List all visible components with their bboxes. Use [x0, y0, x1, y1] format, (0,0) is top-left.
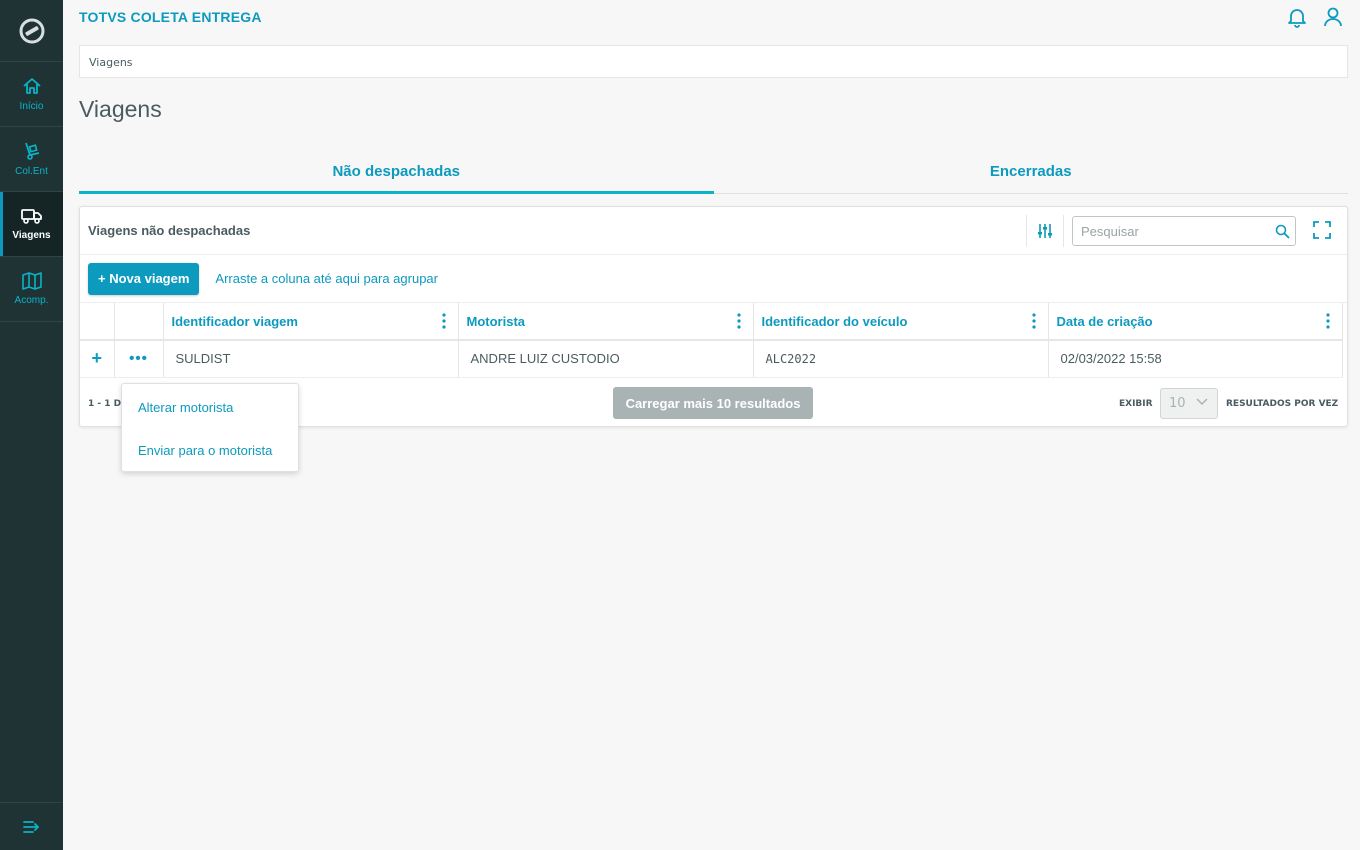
cell-identificador: SULDIST: [163, 340, 459, 378]
hand-truck-icon: [24, 142, 39, 160]
truck-icon: [20, 209, 42, 224]
resultados-label: RESULTADOS POR VEZ: [1226, 399, 1339, 409]
app-title: TOTVS COLETA ENTREGA: [79, 9, 262, 25]
column-label: Data de criação: [1056, 313, 1153, 329]
sidebar-item-label: Viagens: [12, 230, 51, 241]
row-actions-menu: Alterar motorista Enviar para o motorist…: [121, 383, 299, 472]
home-icon: [22, 78, 41, 94]
load-more-button[interactable]: Carregar mais 10 resultados: [613, 387, 813, 419]
tab-encerradas[interactable]: Encerradas: [714, 152, 1349, 193]
user-icon[interactable]: [1322, 6, 1344, 28]
exibir-label: EXIBIR: [1119, 399, 1153, 409]
sidebar: Início Col.Ent Viagens Acomp.: [0, 0, 63, 850]
map-icon: [21, 272, 42, 290]
page-size-value: 10: [1169, 396, 1186, 411]
kebab-icon[interactable]: [736, 313, 741, 329]
column-label: Motorista: [466, 313, 526, 329]
breadcrumb[interactable]: Viagens: [79, 45, 1348, 78]
sidebar-item-label: Acomp.: [14, 295, 49, 306]
column-header-data[interactable]: Data de criação: [1048, 303, 1343, 341]
search-icon[interactable]: [1269, 224, 1295, 239]
page-title: Viagens: [79, 96, 162, 122]
filter-button[interactable]: [1026, 215, 1064, 247]
fullscreen-icon: [1313, 221, 1331, 239]
sidebar-item-colent[interactable]: Col.Ent: [0, 127, 63, 192]
totvs-logo-icon[interactable]: [0, 0, 63, 62]
column-header-veiculo[interactable]: Identificador do veículo: [753, 303, 1049, 341]
cell-data: 02/03/2022 15:58: [1048, 340, 1343, 378]
trips-table: Identificador viagem Motorista Identific…: [80, 303, 1343, 378]
sidebar-item-label: Col.Ent: [15, 166, 48, 177]
grid-toolbar: + Nova viagem Arraste a coluna até aqui …: [80, 255, 1347, 303]
sliders-icon: [1038, 224, 1052, 238]
cell-veiculo: ALC2022: [753, 340, 1049, 378]
menu-item-enviar-motorista[interactable]: Enviar para o motorista: [122, 429, 298, 472]
table-row[interactable]: + ••• SULDIST ANDRE LUIZ CUSTODIO ALC202…: [80, 340, 1343, 378]
menu-item-alterar-motorista[interactable]: Alterar motorista: [122, 386, 298, 429]
column-header-identificador[interactable]: Identificador viagem: [163, 303, 459, 341]
sidebar-item-label: Início: [19, 101, 44, 112]
card-title: Viagens não despachadas: [88, 223, 251, 238]
collapse-menu-icon: [22, 820, 39, 833]
fullscreen-button[interactable]: [1312, 220, 1332, 244]
table-header-row: Identificador viagem Motorista Identific…: [80, 303, 1343, 341]
column-header-actions: [114, 303, 164, 341]
collapse-menu-button[interactable]: [0, 802, 63, 850]
search-input[interactable]: [1073, 218, 1269, 244]
kebab-icon[interactable]: [1031, 313, 1036, 329]
tabs: Não despachadas Encerradas: [79, 152, 1348, 194]
search-box: [1072, 216, 1296, 246]
group-drop-area[interactable]: Arraste a coluna até aqui para agrupar: [215, 271, 438, 286]
cell-motorista: ANDRE LUIZ CUSTODIO: [458, 340, 754, 378]
column-label: Identificador viagem: [171, 313, 298, 329]
kebab-icon[interactable]: [1325, 313, 1330, 329]
column-header-expand: [80, 303, 115, 341]
card-header: Viagens não despachadas: [80, 207, 1347, 255]
new-trip-button[interactable]: + Nova viagem: [88, 262, 200, 295]
row-actions-button[interactable]: •••: [129, 350, 148, 367]
bell-icon[interactable]: [1286, 6, 1308, 28]
page-size-select[interactable]: 10: [1160, 388, 1218, 419]
column-label: Identificador do veículo: [761, 313, 908, 329]
sidebar-item-inicio[interactable]: Início: [0, 62, 63, 127]
chevron-down-icon: [1196, 398, 1208, 406]
sidebar-item-viagens[interactable]: Viagens: [0, 192, 63, 257]
header-icons: [1286, 6, 1344, 28]
column-header-motorista[interactable]: Motorista: [458, 303, 754, 341]
tab-nao-despachadas[interactable]: Não despachadas: [79, 152, 714, 194]
kebab-icon[interactable]: [441, 313, 446, 329]
sidebar-item-acomp[interactable]: Acomp.: [0, 257, 63, 322]
expand-row-button[interactable]: +: [91, 348, 102, 368]
